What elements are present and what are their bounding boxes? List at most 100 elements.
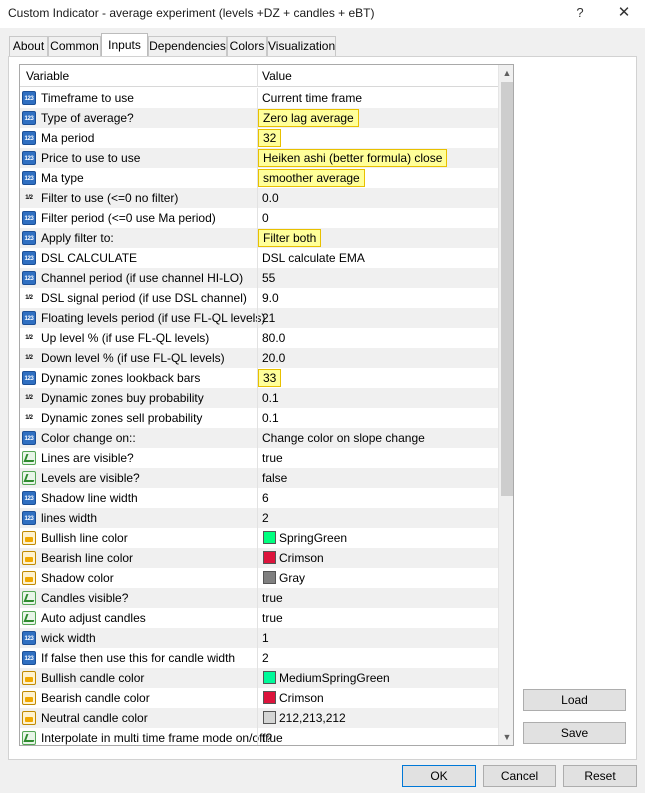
- value-cell[interactable]: 9.0: [262, 291, 279, 305]
- table-row[interactable]: 123 lines width 2: [20, 508, 498, 528]
- column-header-variable[interactable]: Variable: [26, 69, 69, 83]
- value-cell[interactable]: 0: [262, 211, 269, 225]
- value-cell[interactable]: 21: [262, 311, 275, 325]
- close-icon[interactable]: ✕: [612, 3, 636, 23]
- column-divider: [257, 468, 258, 488]
- tab-visualization[interactable]: Visualization: [267, 36, 336, 56]
- value-cell[interactable]: Crimson: [279, 551, 324, 565]
- value-cell[interactable]: Crimson: [279, 691, 324, 705]
- table-row[interactable]: 1/2 Down level % (if use FL-QL levels) 20.…: [20, 348, 498, 368]
- value-cell[interactable]: 33: [258, 369, 282, 387]
- value-cell[interactable]: smoother average: [258, 169, 365, 187]
- value-cell[interactable]: 2: [262, 651, 269, 665]
- table-row[interactable]: 1/2 Dynamic zones sell probability 0.1: [20, 408, 498, 428]
- integer-type-icon: 123: [22, 311, 36, 325]
- table-row[interactable]: Interpolate in multi time frame mode on/…: [20, 728, 498, 745]
- value-cell[interactable]: 0.1: [262, 391, 279, 405]
- tab-colors[interactable]: Colors: [227, 36, 267, 56]
- variable-name: Timeframe to use: [41, 91, 134, 105]
- value-cell[interactable]: 80.0: [262, 331, 285, 345]
- tab-inputs[interactable]: Inputs: [101, 33, 148, 56]
- ok-button[interactable]: OK: [402, 765, 476, 787]
- value-cell[interactable]: 212,213,212: [279, 711, 346, 725]
- value-cell[interactable]: 0.0: [262, 191, 279, 205]
- tab-about[interactable]: About: [9, 36, 48, 56]
- column-divider[interactable]: [257, 65, 258, 87]
- value-cell[interactable]: 1: [262, 631, 269, 645]
- value-cell[interactable]: Change color on slope change: [262, 431, 425, 445]
- table-row[interactable]: 123 Ma type smoother average: [20, 168, 498, 188]
- value-cell[interactable]: Current time frame: [262, 91, 362, 105]
- table-row[interactable]: 1/2 DSL signal period (if use DSL channel…: [20, 288, 498, 308]
- table-row[interactable]: 123 Dynamic zones lookback bars 33: [20, 368, 498, 388]
- value-cell[interactable]: true: [262, 611, 283, 625]
- table-row[interactable]: 123 Type of average? Zero lag average: [20, 108, 498, 128]
- save-button[interactable]: Save: [523, 722, 626, 744]
- value-cell[interactable]: 2: [262, 511, 269, 525]
- table-row[interactable]: Auto adjust candles true: [20, 608, 498, 628]
- table-row[interactable]: 123 Filter period (<=0 use Ma period) 0: [20, 208, 498, 228]
- load-button[interactable]: Load: [523, 689, 626, 711]
- table-row[interactable]: 123 Apply filter to: Filter both: [20, 228, 498, 248]
- table-row[interactable]: 123 Channel period (if use channel HI-LO)…: [20, 268, 498, 288]
- table-row[interactable]: 123 wick width 1: [20, 628, 498, 648]
- reset-button[interactable]: Reset: [563, 765, 637, 787]
- value-cell[interactable]: true: [262, 451, 283, 465]
- column-divider: [257, 588, 258, 608]
- value-cell[interactable]: MediumSpringGreen: [279, 671, 390, 685]
- column-divider: [257, 188, 258, 208]
- table-row[interactable]: 123 If false then use this for candle wid…: [20, 648, 498, 668]
- table-row[interactable]: Levels are visible? false: [20, 468, 498, 488]
- table-row[interactable]: 123 Color change on:: Change color on slop…: [20, 428, 498, 448]
- variable-name: wick width: [41, 631, 96, 645]
- variable-name: Bullish candle color: [41, 671, 145, 685]
- variable-name: Filter to use (<=0 no filter): [41, 191, 179, 205]
- table-row[interactable]: Candles visible? true: [20, 588, 498, 608]
- color-type-icon: [22, 551, 36, 565]
- value-cell[interactable]: true: [262, 591, 283, 605]
- scroll-up-icon[interactable]: ▲: [499, 65, 513, 81]
- tab-dependencies[interactable]: Dependencies: [148, 36, 227, 56]
- value-cell[interactable]: 32: [258, 129, 282, 147]
- table-row[interactable]: Bearish line color Crimson: [20, 548, 498, 568]
- color-swatch: [263, 571, 276, 584]
- table-row[interactable]: 123 Shadow line width 6: [20, 488, 498, 508]
- variable-name: DSL CALCULATE: [41, 251, 138, 265]
- tab-common[interactable]: Common: [48, 36, 101, 56]
- value-cell[interactable]: Zero lag average: [258, 109, 359, 127]
- column-header-value[interactable]: Value: [262, 69, 292, 83]
- value-cell[interactable]: 0.1: [262, 411, 279, 425]
- variable-name: Bearish candle color: [41, 691, 150, 705]
- value-cell[interactable]: 6: [262, 491, 269, 505]
- table-row[interactable]: 123 Floating levels period (if use FL-QL …: [20, 308, 498, 328]
- column-divider: [257, 488, 258, 508]
- value-cell[interactable]: true: [262, 731, 283, 745]
- table-row[interactable]: Bearish candle color Crimson: [20, 688, 498, 708]
- table-row[interactable]: 123 Timeframe to use Current time frame: [20, 88, 498, 108]
- table-row[interactable]: 1/2 Dynamic zones buy probability 0.1: [20, 388, 498, 408]
- value-cell[interactable]: false: [262, 471, 287, 485]
- table-row[interactable]: 1/2 Filter to use (<=0 no filter) 0.0: [20, 188, 498, 208]
- table-row[interactable]: Neutral candle color 212,213,212: [20, 708, 498, 728]
- help-button[interactable]: ?: [568, 3, 592, 23]
- table-row[interactable]: Lines are visible? true: [20, 448, 498, 468]
- cancel-button[interactable]: Cancel: [483, 765, 556, 787]
- value-cell[interactable]: SpringGreen: [279, 531, 347, 545]
- value-cell[interactable]: DSL calculate EMA: [262, 251, 365, 265]
- table-row[interactable]: 123 Price to use to use Heiken ashi (bette…: [20, 148, 498, 168]
- value-cell[interactable]: Filter both: [258, 229, 322, 247]
- table-row[interactable]: Shadow color Gray: [20, 568, 498, 588]
- value-cell[interactable]: Gray: [279, 571, 305, 585]
- table-row[interactable]: 1/2 Up level % (if use FL-QL levels) 80.0: [20, 328, 498, 348]
- scroll-thumb[interactable]: [501, 82, 513, 496]
- table-row[interactable]: Bullish line color SpringGreen: [20, 528, 498, 548]
- table-row[interactable]: Bullish candle color MediumSpringGreen: [20, 668, 498, 688]
- scroll-down-icon[interactable]: ▼: [499, 729, 513, 745]
- vertical-scrollbar[interactable]: ▲ ▼: [498, 65, 513, 745]
- value-cell[interactable]: Heiken ashi (better formula) close: [258, 149, 448, 167]
- value-cell[interactable]: 55: [262, 271, 275, 285]
- value-cell[interactable]: 20.0: [262, 351, 285, 365]
- table-row[interactable]: 123 DSL CALCULATE DSL calculate EMA: [20, 248, 498, 268]
- boolean-type-icon: [22, 591, 36, 605]
- table-row[interactable]: 123 Ma period 32: [20, 128, 498, 148]
